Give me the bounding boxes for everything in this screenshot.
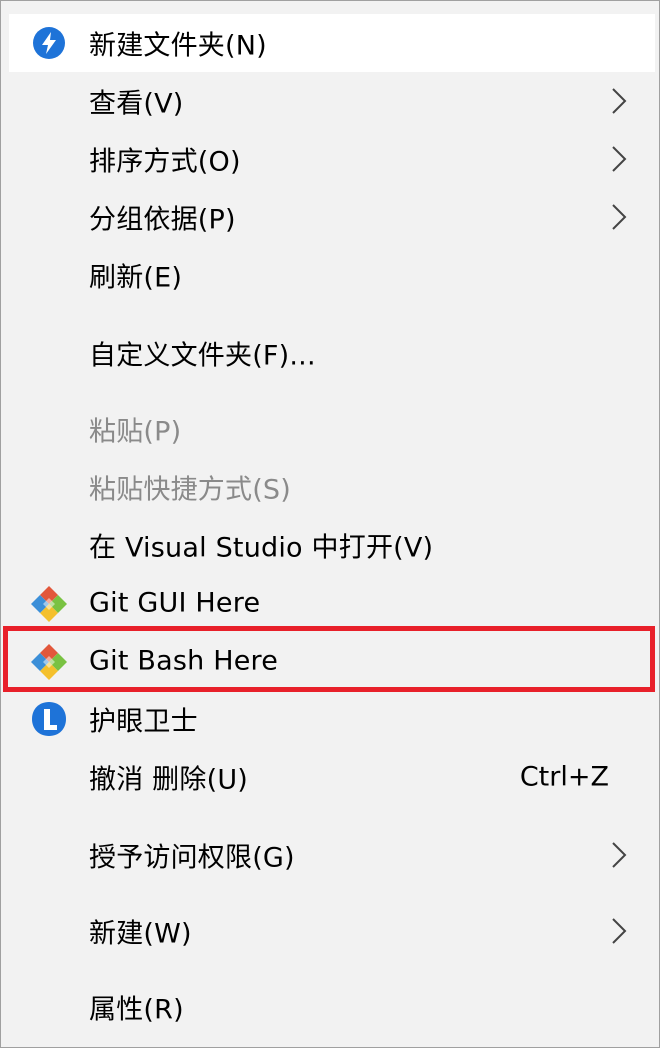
menu-item-label: 属性(R): [89, 994, 184, 1026]
menu-item-label: Git Bash Here: [89, 645, 279, 677]
menu-item-git-gui-here[interactable]: Git GUI Here: [1, 574, 659, 632]
shortcut-text: Ctrl+Z: [519, 761, 609, 793]
menu-item-git-bash-here[interactable]: Git Bash Here: [1, 632, 659, 690]
new-folder-icon: [29, 23, 69, 63]
menu-item-label: 刷新(E): [89, 262, 183, 294]
git-icon: [29, 641, 69, 681]
menu-item-open-in-visual-studio[interactable]: 在 Visual Studio 中打开(V): [1, 516, 659, 574]
menu-item-label: Git GUI Here: [89, 587, 261, 619]
menu-item-label: 新建文件夹(N): [89, 30, 267, 62]
chevron-right-icon: [612, 146, 627, 172]
menu-item-label: 新建(W): [89, 918, 192, 950]
menu-item-sort-by[interactable]: 排序方式(O): [1, 130, 659, 188]
menu-item-paste-shortcut: 粘贴快捷方式(S): [1, 458, 659, 516]
menu-item-view[interactable]: 查看(V): [1, 72, 659, 130]
menu-item-eye-guard[interactable]: 护眼卫士: [1, 690, 659, 748]
context-menu: 新建文件夹(N) 查看(V) 排序方式(O) 分组依据(P) 刷新(E) 自定义…: [0, 0, 660, 1048]
menu-item-label: 护眼卫士: [89, 706, 198, 738]
git-icon: [29, 583, 69, 623]
menu-item-label: 查看(V): [89, 88, 184, 120]
menu-item-customize-folder[interactable]: 自定义文件夹(F)...: [1, 324, 659, 382]
chevron-right-icon: [612, 918, 627, 944]
menu-item-new[interactable]: 新建(W): [1, 902, 659, 960]
menu-item-group-by[interactable]: 分组依据(P): [1, 188, 659, 246]
chevron-right-icon: [612, 842, 627, 868]
menu-item-undo-delete[interactable]: 撤消 删除(U) Ctrl+Z: [1, 748, 659, 806]
menu-item-label: 粘贴(P): [89, 416, 182, 448]
menu-item-label: 在 Visual Studio 中打开(V): [89, 532, 434, 564]
chevron-right-icon: [612, 88, 627, 114]
menu-item-label: 授予访问权限(G): [89, 842, 295, 874]
menu-item-paste: 粘贴(P): [1, 400, 659, 458]
menu-item-label: 撤消 删除(U): [89, 764, 249, 796]
menu-item-label: 排序方式(O): [89, 146, 241, 178]
menu-item-label: 自定义文件夹(F)...: [89, 340, 316, 372]
menu-item-give-access[interactable]: 授予访问权限(G): [1, 826, 659, 884]
eye-guard-icon: [29, 699, 69, 739]
menu-item-new-folder[interactable]: 新建文件夹(N): [9, 14, 655, 72]
menu-item-properties[interactable]: 属性(R): [1, 978, 659, 1036]
menu-item-label: 粘贴快捷方式(S): [89, 474, 292, 506]
menu-item-label: 分组依据(P): [89, 204, 236, 236]
chevron-right-icon: [612, 204, 627, 230]
menu-item-refresh[interactable]: 刷新(E): [1, 246, 659, 304]
